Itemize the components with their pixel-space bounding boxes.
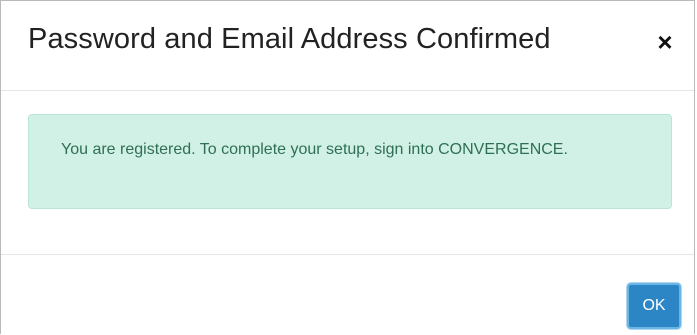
dialog-title: Password and Email Address Confirmed [28, 23, 551, 55]
success-alert: You are registered. To complete your set… [28, 114, 672, 209]
close-icon[interactable]: × [652, 27, 678, 57]
confirmation-dialog: Password and Email Address Confirmed × Y… [0, 0, 695, 334]
alert-message: You are registered. To complete your set… [61, 141, 568, 158]
dialog-body: You are registered. To complete your set… [1, 91, 694, 255]
dialog-footer: OK [1, 255, 694, 335]
ok-button[interactable]: OK [627, 283, 681, 329]
dialog-header: Password and Email Address Confirmed × [1, 1, 694, 91]
